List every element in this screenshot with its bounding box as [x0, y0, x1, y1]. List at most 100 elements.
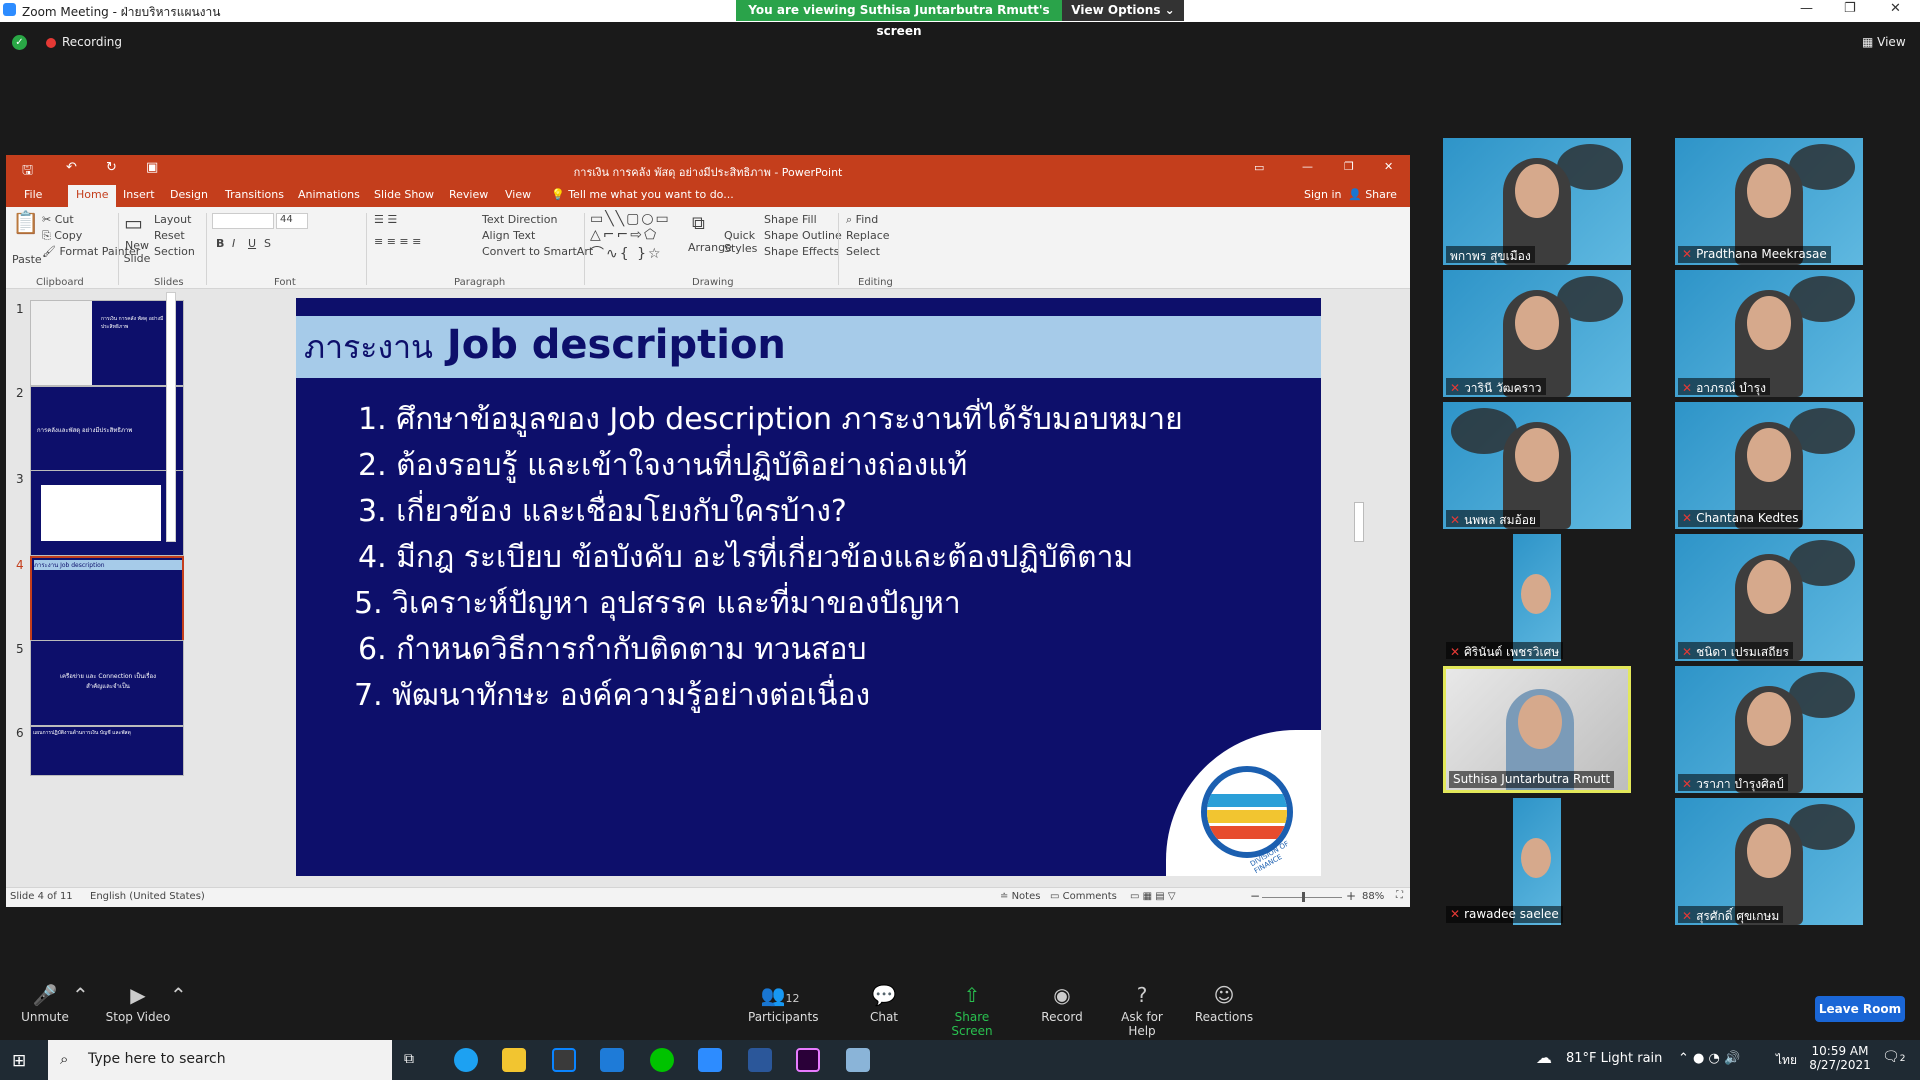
weather-text[interactable]: 81°F Light rain [1566, 1051, 1662, 1066]
participant-tile[interactable]: พกาพร สุขเมือง [1443, 138, 1631, 265]
zoom-slider-thumb[interactable] [1302, 892, 1305, 902]
ppt-close-icon[interactable]: ✕ [1384, 160, 1393, 173]
participant-tile[interactable]: ✕ สุรศักดิ์ ศุขเกษม [1675, 798, 1863, 925]
language-indicator[interactable]: ไทย [1776, 1051, 1797, 1070]
zoom-level[interactable]: 88% [1362, 891, 1384, 902]
edge-icon[interactable] [454, 1048, 478, 1072]
cut-button[interactable]: ✂ Cut [42, 213, 74, 226]
slide-thumbnail[interactable]: การคลังและพัสดุ อย่างมีประสิทธิภาพ [30, 386, 184, 472]
font-name-input[interactable] [212, 213, 274, 229]
shape-effects-button[interactable]: Shape Effects [764, 245, 839, 258]
app-icon[interactable] [846, 1048, 870, 1072]
tell-me-search[interactable]: 💡 Tell me what you want to do... [551, 188, 734, 201]
align-text-button[interactable]: Align Text [482, 229, 535, 242]
paste-icon[interactable]: 📋 [12, 211, 39, 236]
participant-tile-active-speaker[interactable]: Suthisa Juntarbutra Rmutt [1443, 666, 1631, 793]
participant-tile[interactable]: ✕ ศิรินันต์ เพชรวิเศษ [1443, 534, 1631, 661]
premiere-icon[interactable] [796, 1048, 820, 1072]
tab-transitions[interactable]: Transitions [225, 188, 284, 201]
shape-fill-button[interactable]: Shape Fill [764, 213, 817, 226]
view-options-button[interactable]: View Options ⌄ [1062, 0, 1184, 21]
chat-button[interactable]: 💬 Chat [868, 980, 900, 1024]
fit-slide-icon[interactable]: ⛶ [1396, 890, 1403, 901]
section-button[interactable]: Section [154, 245, 195, 258]
new-slide-button[interactable]: New Slide [122, 239, 152, 265]
zoom-in-icon[interactable]: + [1346, 889, 1356, 903]
ppt-minimize-icon[interactable]: — [1302, 160, 1313, 173]
task-view-icon[interactable]: ⧉ [404, 1051, 414, 1067]
shield-icon[interactable]: ✓ [12, 35, 27, 50]
audio-options-caret[interactable]: ⌃ [72, 980, 89, 1010]
tab-slide-show[interactable]: Slide Show [374, 188, 434, 201]
mail-icon[interactable] [600, 1048, 624, 1072]
slide-thumbnail[interactable]: แผนการปฏิบัติงานด้านการเงิน บัญชี และพัส… [30, 726, 184, 776]
replace-button[interactable]: Replace [846, 229, 890, 242]
slide-thumbnail[interactable] [30, 470, 184, 556]
text-direction-button[interactable]: Text Direction [482, 213, 557, 226]
paste-button[interactable]: Paste [12, 253, 42, 266]
recording-label[interactable]: Recording [62, 35, 122, 49]
slide-scrollbar[interactable] [1354, 292, 1364, 884]
align-icons[interactable]: ≡ ≡ ≡ ≡ [374, 235, 421, 248]
taskbar-search[interactable]: ⌕ Type here to search [48, 1040, 392, 1080]
slide-thumbnail[interactable]: การเงิน การคลัง พัสดุ อย่างมีประสิทธิภาพ [30, 300, 184, 386]
participants-button[interactable]: 👥12 Participants [748, 980, 819, 1024]
line-app-icon[interactable] [650, 1048, 674, 1072]
ask-help-button[interactable]: ? Ask for Help [1108, 980, 1176, 1038]
bullets-icon[interactable]: ☰ ☰ [374, 213, 397, 226]
close-icon[interactable]: ✕ [1890, 1, 1901, 16]
quick-styles-button[interactable]: Quick Styles [724, 229, 757, 255]
tab-home[interactable]: Home [68, 185, 117, 207]
convert-smartart-button[interactable]: Convert to SmartArt [482, 245, 593, 258]
notes-button[interactable]: ≐ Notes [1000, 891, 1040, 902]
tab-review[interactable]: Review [449, 188, 488, 201]
ribbon-display-icon[interactable]: ▭ [1254, 161, 1264, 174]
share-button[interactable]: 👤 Share [1348, 188, 1397, 201]
tray-icons[interactable]: ⌃ ● ◔ 🔊 [1678, 1051, 1740, 1066]
slide-thumbnail-active[interactable]: ภาระงาน Job description [30, 556, 184, 642]
layout-button[interactable]: Layout [154, 213, 191, 226]
unmute-button[interactable]: 🎤 Unmute [20, 980, 70, 1024]
copy-button[interactable]: ⎘ Copy [42, 229, 82, 243]
find-button[interactable]: ⌕ Find [846, 213, 878, 227]
stop-video-button[interactable]: ▶ Stop Video [105, 980, 171, 1024]
participant-tile[interactable]: ✕ นพพล สมอ้อย [1443, 402, 1631, 529]
select-button[interactable]: Select [846, 245, 880, 258]
zoom-taskbar-icon[interactable] [698, 1048, 722, 1072]
shapes-gallery[interactable]: ▭╲╲▢○▭ △⌐⌐⇨⬠ ⌒∿{ }☆ [590, 211, 671, 263]
shape-outline-button[interactable]: Shape Outline [764, 229, 842, 242]
store-icon[interactable] [552, 1048, 576, 1072]
comments-button[interactable]: ▭ Comments [1050, 891, 1117, 902]
participant-tile[interactable]: ✕ rawadee saelee [1443, 798, 1631, 925]
reset-button[interactable]: Reset [154, 229, 185, 242]
file-explorer-icon[interactable] [502, 1048, 526, 1072]
windows-start-icon[interactable]: ⊞ [12, 1051, 26, 1071]
participant-tile[interactable]: ✕ Pradthana Meekrasae [1675, 138, 1863, 265]
weather-icon[interactable]: ☁ [1536, 1048, 1552, 1067]
video-options-caret[interactable]: ⌃ [170, 980, 187, 1010]
share-screen-button[interactable]: ⇧ Share Screen [936, 980, 1008, 1038]
record-button[interactable]: ◉ Record [1040, 980, 1084, 1024]
word-icon[interactable] [748, 1048, 772, 1072]
participant-tile[interactable]: ✕ ชนิดา เปรมเสถียร [1675, 534, 1863, 661]
sign-in-link[interactable]: Sign in [1304, 188, 1342, 201]
participant-tile[interactable]: ✕ วราภา บำรุงศิลป์ [1675, 666, 1863, 793]
font-size-input[interactable]: 44 [276, 213, 308, 229]
notification-icon[interactable]: 🗨2 [1882, 1049, 1906, 1065]
view-button[interactable]: ▦ View [1862, 35, 1906, 49]
participant-tile[interactable]: ✕ Chantana Kedtes [1675, 402, 1863, 529]
minimize-icon[interactable]: — [1800, 1, 1813, 16]
zoom-out-icon[interactable]: − [1250, 889, 1260, 903]
language[interactable]: English (United States) [90, 891, 205, 902]
underline-button[interactable]: U [248, 237, 256, 250]
view-buttons[interactable]: ▭ ▦ ▤ ▽ [1130, 891, 1176, 902]
tab-file[interactable]: File [24, 188, 42, 201]
restore-icon[interactable]: ❐ [1844, 1, 1856, 16]
participant-tile[interactable]: ✕ อาภรณ์ บำรุง [1675, 270, 1863, 397]
reactions-button[interactable]: ☺ Reactions [1194, 980, 1254, 1024]
bold-button[interactable]: B [216, 237, 224, 250]
new-slide-icon[interactable]: ▭ [124, 211, 143, 235]
slide-thumbnail[interactable]: เครือข่าย และ Connection เป็นเรื่องสำคัญ… [30, 640, 184, 726]
clock[interactable]: 10:59 AM 8/27/2021 [1808, 1044, 1872, 1072]
slide-canvas[interactable]: ภาระงาน Job description 1. ศึกษาข้อมูลขอ… [296, 298, 1321, 876]
